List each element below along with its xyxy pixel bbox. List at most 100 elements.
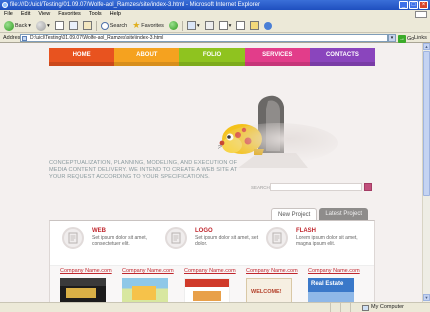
home-icon bbox=[82, 21, 92, 30]
tab-latest-project[interactable]: Latest Project bbox=[319, 208, 369, 220]
service-title[interactable]: WEB bbox=[92, 228, 106, 234]
thumbnail-graphic bbox=[132, 286, 156, 300]
menu-bar: File Edit View Favorites Tools Help bbox=[0, 10, 430, 19]
address-dropdown-button[interactable]: ▾ bbox=[388, 34, 396, 42]
nav-about[interactable]: ABOUT bbox=[114, 48, 180, 66]
media-button[interactable] bbox=[168, 20, 179, 31]
tab-new-project[interactable]: New Project bbox=[271, 208, 318, 220]
discuss-button[interactable] bbox=[235, 20, 246, 31]
back-button[interactable]: Back ▾ bbox=[3, 20, 32, 31]
printer-icon bbox=[204, 21, 214, 30]
thumbnail-caption: Real Estate bbox=[311, 281, 344, 287]
service-title[interactable]: LOGO bbox=[195, 228, 213, 234]
portfolio-strip: Company Name.com Company Name.com Compan… bbox=[50, 265, 374, 302]
address-url: D:\uicl\Testing\01.09.07\Wolfe-aol_Ramze… bbox=[30, 35, 164, 41]
document-icon bbox=[171, 232, 181, 244]
mail-icon bbox=[186, 21, 196, 30]
chevron-down-icon: ▾ bbox=[47, 22, 50, 29]
nav-contacts[interactable]: CONTACTS bbox=[309, 48, 376, 66]
menu-help[interactable]: Help bbox=[110, 10, 121, 19]
service-description: Set ipsum dolor sit amet, consectetuer e… bbox=[92, 235, 148, 247]
menu-edit[interactable]: Edit bbox=[21, 10, 30, 19]
edit-icon bbox=[218, 21, 228, 30]
search-button[interactable]: Search bbox=[100, 20, 128, 31]
discuss-icon bbox=[236, 21, 246, 30]
thumbnail-graphic bbox=[193, 291, 221, 301]
mail-button[interactable]: ▾ bbox=[186, 20, 201, 31]
go-arrow-icon: → bbox=[398, 35, 406, 43]
document-icon bbox=[272, 232, 282, 244]
forward-arrow-icon bbox=[36, 20, 46, 31]
status-bar: My Computer bbox=[0, 302, 430, 312]
favorites-button[interactable]: ★ Favorites bbox=[131, 20, 165, 31]
document-icon bbox=[68, 232, 78, 244]
company-link[interactable]: Company Name.com bbox=[246, 268, 298, 274]
portfolio-thumbnail[interactable] bbox=[60, 278, 106, 302]
service-title[interactable]: FLASH bbox=[296, 228, 316, 234]
address-input[interactable]: D:\uicl\Testing\01.09.07\Wolfe-aol_Ramze… bbox=[20, 34, 388, 42]
thumbnail-graphic bbox=[185, 279, 229, 287]
thumbnail-graphic bbox=[66, 288, 96, 298]
nav-home[interactable]: HOME bbox=[49, 48, 115, 66]
site-search-button[interactable] bbox=[364, 183, 372, 191]
refresh-button[interactable] bbox=[68, 20, 79, 31]
portfolio-thumbnail[interactable]: WELCOME! bbox=[246, 278, 292, 302]
zone-label: My Computer bbox=[371, 304, 405, 310]
scroll-down-arrow[interactable]: ▼ bbox=[423, 294, 430, 301]
scroll-thumb[interactable] bbox=[423, 51, 430, 196]
page-icon bbox=[22, 36, 27, 41]
back-arrow-icon bbox=[4, 20, 14, 31]
edit-button[interactable]: ▾ bbox=[218, 20, 233, 31]
site-nav: HOME ABOUT FOLIO SERVICES CONTACTS bbox=[49, 48, 376, 66]
favorites-label: Favorites bbox=[141, 22, 164, 29]
menu-file[interactable]: File bbox=[4, 10, 13, 19]
company-link[interactable]: Company Name.com bbox=[308, 268, 360, 274]
home-button[interactable] bbox=[82, 20, 93, 31]
thumbnail-caption: WELCOME! bbox=[251, 289, 282, 295]
folder-button[interactable] bbox=[249, 20, 260, 31]
company-link[interactable]: Company Name.com bbox=[60, 268, 112, 274]
project-tabs: New Project Latest Project bbox=[271, 208, 369, 220]
window-controls: _ □ × bbox=[399, 1, 428, 9]
service-flash: FLASH Lorem ipsum dolor sit amet, magna … bbox=[266, 227, 366, 261]
portfolio-thumbnail[interactable] bbox=[184, 278, 230, 302]
close-button[interactable]: × bbox=[419, 1, 428, 9]
maximize-button[interactable]: □ bbox=[409, 1, 418, 9]
portfolio-thumbnail[interactable]: Real Estate bbox=[308, 278, 354, 302]
minimize-button[interactable]: _ bbox=[399, 1, 408, 9]
toolbar-separator bbox=[95, 20, 97, 31]
stop-button[interactable] bbox=[54, 20, 65, 31]
toolbar-separator bbox=[181, 20, 183, 31]
company-link[interactable]: Company Name.com bbox=[122, 268, 174, 274]
tagline-text: CONCEPTUALIZATION, PLANNING, MODELING, A… bbox=[49, 160, 238, 180]
print-button[interactable] bbox=[204, 20, 215, 31]
nav-services[interactable]: SERVICES bbox=[244, 48, 310, 66]
scroll-up-arrow[interactable]: ▲ bbox=[423, 43, 430, 50]
site-search-input[interactable] bbox=[270, 183, 362, 191]
menu-tools[interactable]: Tools bbox=[89, 10, 102, 19]
service-description: Lorem ipsum dolor sit amet, magna ipsum … bbox=[296, 235, 358, 247]
menu-favorites[interactable]: Favorites bbox=[58, 10, 81, 19]
media-icon bbox=[168, 21, 178, 30]
messenger-icon bbox=[264, 21, 273, 30]
vertical-scrollbar[interactable]: ▲ ▼ bbox=[422, 43, 430, 302]
mascot-illustration bbox=[213, 93, 338, 168]
web-service-icon bbox=[62, 227, 84, 249]
company-link[interactable]: Company Name.com bbox=[184, 268, 236, 274]
services-panel: WEB Set ipsum dolor sit amet, consectetu… bbox=[49, 220, 375, 302]
search-label: Search bbox=[109, 22, 128, 29]
menu-view[interactable]: View bbox=[38, 10, 50, 19]
flash-service-icon bbox=[266, 227, 288, 249]
forward-button[interactable]: ▾ bbox=[35, 20, 51, 31]
logo-service-icon bbox=[165, 227, 187, 249]
nav-folio[interactable]: FOLIO bbox=[179, 48, 245, 66]
service-logo: LOGO Set ipsum dolor sit amet, set dolor… bbox=[165, 227, 265, 261]
links-label[interactable]: Links bbox=[414, 33, 427, 43]
service-web: WEB Set ipsum dolor sit amet, consectetu… bbox=[62, 227, 162, 261]
portfolio-thumbnail[interactable] bbox=[122, 278, 168, 302]
messenger-button[interactable] bbox=[263, 20, 273, 31]
standard-toolbar: Back ▾ ▾ Search ★ Favorites ▾ ▾ bbox=[0, 19, 430, 33]
security-zone: My Computer bbox=[362, 303, 404, 312]
stop-icon bbox=[54, 21, 64, 30]
windows-flag-icon bbox=[415, 11, 427, 18]
